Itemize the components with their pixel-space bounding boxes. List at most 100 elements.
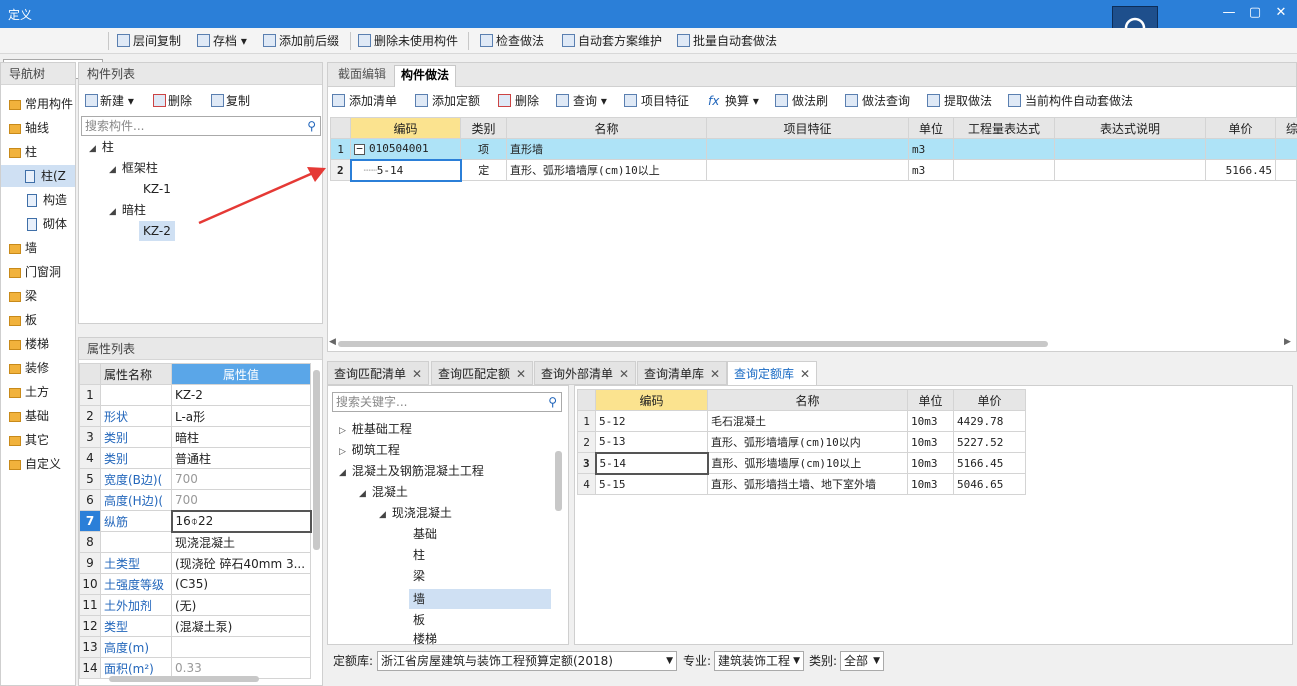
scroll-right-icon[interactable]: ▶ [1284, 337, 1291, 347]
add-quota-button[interactable]: 添加定额 [413, 91, 480, 111]
nav-item-common[interactable]: 常用构件 [1, 93, 73, 115]
cell-code[interactable]: 5-14 [594, 451, 709, 475]
property-row[interactable]: 8 现浇混凝土 [79, 531, 311, 553]
cell-expr[interactable] [953, 138, 1055, 160]
property-value[interactable]: (现浇砼 碎石40mm 3... [171, 552, 311, 574]
vertical-scrollbar[interactable] [313, 370, 320, 550]
property-value[interactable]: (C35) [171, 573, 311, 595]
table-row[interactable]: 1 5-12 毛石混凝土 10m3 4429.78 [577, 410, 1026, 432]
property-row[interactable]: 5 宽度(B边)(700 [79, 468, 311, 490]
property-row[interactable]: 3 类别 暗柱 [79, 426, 311, 448]
quota-search-input[interactable]: 搜索关键字... ⚲ [332, 392, 562, 412]
property-value[interactable]: KZ-2 [171, 384, 311, 406]
cell-price[interactable]: 5166.45 [1205, 159, 1276, 181]
nav-item-column[interactable]: 柱 [1, 141, 37, 163]
tree-node-column[interactable]: 柱 [413, 545, 425, 565]
archive-button[interactable]: 存档 ▾ [195, 31, 247, 51]
auto-apply-current-button[interactable]: 当前构件自动套做法 [1006, 91, 1133, 111]
property-row[interactable]: 12 类型 (混凝土泵) [79, 615, 311, 637]
method-query-button[interactable]: 做法查询 [843, 91, 910, 111]
add-prefix-suffix-button[interactable]: 添加前后缀 [261, 31, 339, 51]
nav-item-stairs[interactable]: 楼梯 [1, 333, 49, 355]
horizontal-scrollbar[interactable] [338, 341, 1048, 347]
convert-button[interactable]: fx 换算 ▾ [706, 91, 759, 111]
table-row[interactable]: 4 5-15 直形、弧形墙挡土墙、地下室外墙 10m3 5046.65 [577, 473, 1026, 495]
tab-match-list[interactable]: 查询匹配清单 ✕ [327, 361, 430, 385]
close-icon[interactable]: ✕ [710, 367, 720, 381]
nav-item-beam[interactable]: 梁 [1, 285, 37, 307]
tree-node-kz1[interactable]: KZ-1 [143, 179, 171, 199]
horizontal-scrollbar[interactable] [109, 676, 259, 682]
cell-code[interactable]: 5-12 [595, 410, 708, 432]
tree-node-concrete[interactable]: ◢ 混凝土 [359, 482, 408, 502]
delete-component-button[interactable]: 删除 [151, 91, 192, 111]
cell-name[interactable]: 直形、弧形墙挡土墙、地下室外墙 [707, 473, 908, 495]
item-feature-button[interactable]: 项目特征 [622, 91, 689, 111]
tree-node-stairs[interactable]: 楼梯 [413, 629, 437, 649]
new-component-button[interactable]: 新建 ▾ [83, 91, 134, 111]
tree-node-kz2[interactable]: KZ-2 [139, 221, 175, 241]
cell-expr[interactable] [953, 159, 1055, 181]
property-value[interactable]: 16⌽22 [170, 509, 312, 533]
close-button[interactable]: ✕ [1270, 4, 1292, 22]
cell-price[interactable] [1205, 138, 1276, 160]
cell-feature[interactable] [706, 138, 909, 160]
property-row[interactable]: 2 形状 L-a形 [79, 405, 311, 427]
category-select[interactable]: 全部 ▼ [840, 651, 884, 671]
nav-item-other[interactable]: 其它 [1, 429, 49, 451]
property-value[interactable]: 普通柱 [171, 447, 311, 469]
copy-between-floors-button[interactable]: 层间复制 [115, 31, 181, 51]
auto-scheme-button[interactable]: 自动套方案维护 [560, 31, 662, 51]
quota-lib-select[interactable]: 浙江省房屋建筑与装饰工程预算定额(2018) ▼ [377, 651, 677, 671]
cell-code[interactable]: −010504001 [350, 138, 461, 160]
add-list-button[interactable]: 添加清单 [330, 91, 397, 111]
cell-unit[interactable]: 10m3 [907, 431, 954, 453]
nav-item-foundation[interactable]: 基础 [1, 405, 49, 427]
property-row[interactable]: 6 高度(H边)(700 [79, 489, 311, 511]
cell-name[interactable]: 直形、弧形墙墙厚(cm)10以内 [707, 431, 908, 453]
major-select[interactable]: 建筑装饰工程 ▼ [714, 651, 804, 671]
property-row[interactable]: 4 类别 普通柱 [79, 447, 311, 469]
tree-node-hidden-column[interactable]: ◢ 暗柱 [109, 200, 146, 220]
tree-node-masonry[interactable]: ▷ 砌筑工程 [339, 440, 400, 460]
tab-quota-library[interactable]: 查询定额库 ✕ [727, 361, 818, 385]
cell-price[interactable]: 5166.45 [953, 452, 1026, 474]
property-value[interactable]: (无) [171, 594, 311, 616]
property-value[interactable]: 暗柱 [171, 426, 311, 448]
nav-item-masonry-column[interactable]: 砌体 [1, 213, 67, 235]
cell-type[interactable]: 项 [460, 138, 507, 160]
nav-item-wall[interactable]: 墙 [1, 237, 37, 259]
tree-node-cast-in-place[interactable]: ◢ 现浇混凝土 [379, 503, 452, 523]
minimize-button[interactable]: — [1218, 4, 1240, 22]
table-row[interactable]: 1 −010504001 项 直形墙 m3 [330, 138, 1297, 160]
tab-match-quota[interactable]: 查询匹配定额 ✕ [431, 361, 534, 385]
scroll-left-icon[interactable]: ◀ [329, 337, 336, 347]
tab-list-library[interactable]: 查询清单库 ✕ [637, 361, 728, 385]
tree-node-column[interactable]: ◢ 柱 [89, 137, 114, 157]
table-row[interactable]: 2 ┈┈5-14 定 直形、弧形墙墙厚(cm)10以上 m3 5166.45 [330, 158, 1297, 182]
cell-price[interactable]: 4429.78 [953, 410, 1026, 432]
property-row[interactable]: 13 高度(m) [79, 636, 311, 658]
nav-item-slab[interactable]: 板 [1, 309, 37, 331]
cell-name[interactable]: 直形墙 [506, 138, 707, 160]
property-row[interactable]: 9 土类型 (现浇砼 碎石40mm 3... [79, 552, 311, 574]
method-brush-button[interactable]: 做法刷 [773, 91, 828, 111]
tab-external-list[interactable]: 查询外部清单 ✕ [534, 361, 637, 385]
maximize-button[interactable]: ▢ [1244, 4, 1266, 22]
cell-composite[interactable] [1275, 159, 1297, 181]
check-method-button[interactable]: 检查做法 [478, 31, 544, 51]
cell-unit[interactable]: m3 [908, 138, 954, 160]
tree-node-slab[interactable]: 板 [413, 610, 425, 630]
close-icon[interactable]: ✕ [619, 367, 629, 381]
cell-type[interactable]: 定 [460, 159, 507, 181]
property-row[interactable]: 1 KZ-2 [79, 384, 311, 406]
property-row[interactable]: 7 纵筋 16⌽22 [79, 509, 312, 533]
property-row[interactable]: 11 土外加剂 (无) [79, 594, 311, 616]
cell-feature[interactable] [706, 159, 909, 181]
cell-unit[interactable]: m3 [908, 159, 954, 181]
delete-method-button[interactable]: 删除 [496, 91, 539, 111]
property-value[interactable]: 现浇混凝土 [171, 531, 311, 553]
tree-node-pile[interactable]: ▷ 桩基础工程 [339, 419, 412, 439]
extract-method-button[interactable]: 提取做法 [925, 91, 992, 111]
close-icon[interactable]: ✕ [800, 367, 810, 381]
